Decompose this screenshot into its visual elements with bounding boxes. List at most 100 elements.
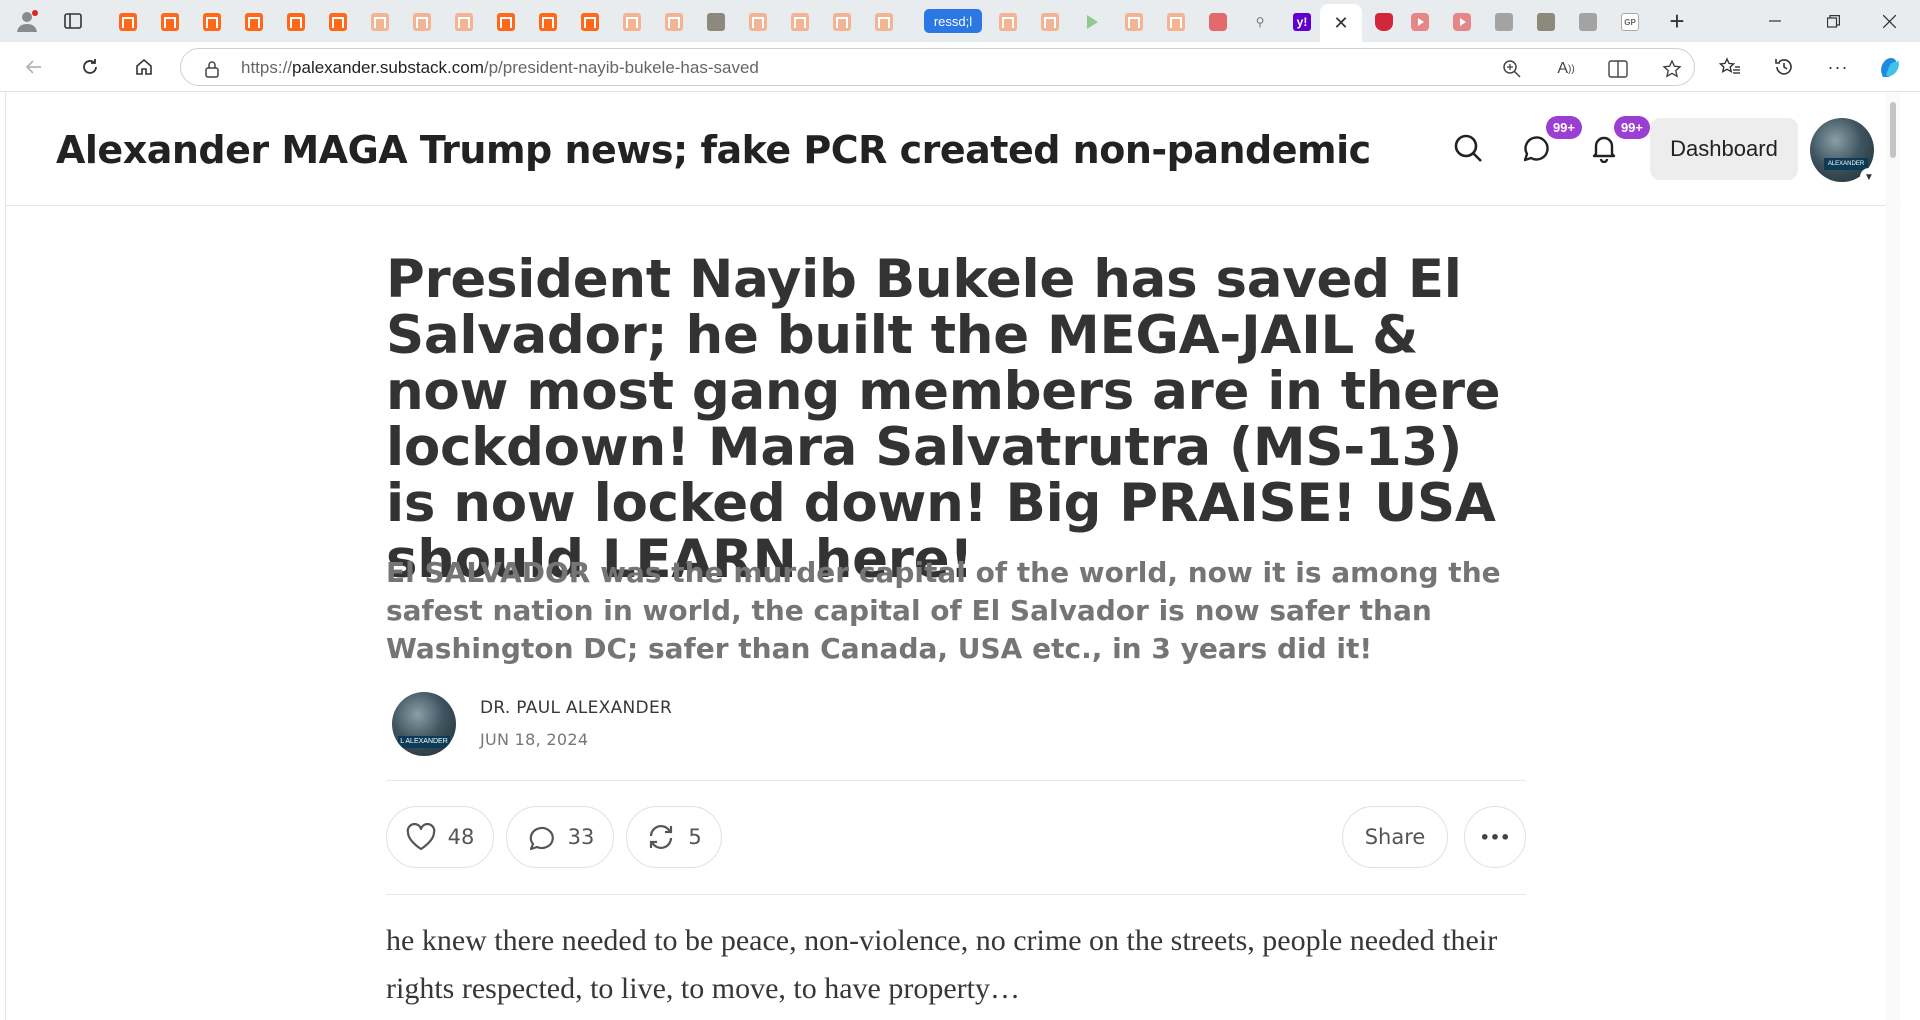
messages-badge: 99+ [1545,116,1582,139]
substack-icon [1125,13,1143,31]
tab-active[interactable]: ✕ [1320,4,1362,42]
search-button[interactable] [1448,128,1488,168]
microphone-icon [1209,13,1227,31]
tab-substack-faded[interactable] [822,6,862,38]
tab-substack-faded[interactable] [1156,6,1196,38]
copilot-button[interactable] [1872,50,1908,84]
tab-yahoo[interactable]: y! [1282,6,1322,38]
lock-icon[interactable] [201,58,223,80]
tab-substack-faded[interactable] [1030,6,1070,38]
scrollbar-thumb[interactable] [1890,102,1896,158]
tab-actions-button[interactable] [56,6,90,36]
minimize-button[interactable] [1752,6,1798,36]
substack-icon [875,13,893,31]
tab-substack[interactable] [234,6,274,38]
avatar-sign: ALEXANDER [1824,158,1868,170]
tab-substack-faded[interactable] [654,6,694,38]
tab-substack-faded[interactable] [402,6,442,38]
tab-image[interactable] [1526,6,1566,38]
home-icon [136,58,152,75]
tab-substack[interactable] [528,6,568,38]
tab-actions-icon [64,13,82,29]
comment-button[interactable]: 33 [506,806,614,868]
play-icon [1083,13,1101,31]
tab-substack-faded[interactable] [612,6,652,38]
tab-substack[interactable] [318,6,358,38]
substack-icon [245,13,263,31]
favorites-icon [1719,57,1740,74]
image-thumbnail-icon [707,13,725,31]
back-button[interactable] [16,50,52,84]
substack-icon [161,13,179,31]
substack-icon [581,13,599,31]
tab-youtube[interactable] [1442,6,1482,38]
new-tab-button[interactable]: + [1660,6,1694,36]
tab-shield[interactable] [1364,6,1404,38]
tab-media[interactable] [1072,6,1112,38]
url-path: /p/president-nayib-bukele-has-saved [483,58,759,77]
zoom-icon[interactable] [1501,58,1523,80]
tab-substack-faded[interactable] [444,6,484,38]
divider [386,780,1526,781]
substack-icon [371,13,389,31]
profile-button[interactable] [10,6,44,36]
tab-substack-faded[interactable] [864,6,904,38]
tab-substack-faded[interactable] [1114,6,1154,38]
author-avatar[interactable]: L ALEXANDER [392,692,456,756]
tab-substack-faded[interactable] [738,6,778,38]
site-title[interactable]: Alexander MAGA Trump news; fake PCR crea… [56,128,1371,172]
substack-icon [413,13,431,31]
dashboard-button[interactable]: Dashboard [1650,118,1798,180]
shield-icon [1375,13,1393,31]
address-bar[interactable]: https://palexander.substack.com/p/presid… [180,48,1695,86]
messages-button[interactable]: 99+ [1516,116,1582,168]
bell-icon [1592,136,1616,163]
settings-more-button[interactable]: ··· [1820,50,1856,84]
substack-icon [623,13,641,31]
tab-substack-faded[interactable] [988,6,1028,38]
tab-podcast[interactable] [1198,6,1238,38]
ellipsis-icon: ··· [1827,56,1849,77]
tab-substack-faded[interactable] [360,6,400,38]
close-window-button[interactable] [1866,6,1912,36]
refresh-button[interactable] [72,50,108,84]
history-button[interactable] [1766,50,1802,84]
home-button[interactable] [126,50,162,84]
substack-icon [1041,13,1059,31]
author-name[interactable]: DR. PAUL ALEXANDER [480,698,672,718]
notifications-button[interactable]: 99+ [1584,116,1650,168]
read-aloud-icon[interactable]: A)) [1555,58,1577,80]
browser-tab-bar: ressd;l ⚲ y! ✕ GP + [0,0,1920,42]
tab-substack[interactable] [276,6,316,38]
share-button[interactable]: Share [1342,806,1448,868]
tab-substack[interactable] [486,6,526,38]
restack-button[interactable]: 5 [626,806,722,868]
site-header: Alexander MAGA Trump news; fake PCR crea… [6,92,1901,206]
star-icon[interactable] [1661,58,1683,80]
scrollbar[interactable] [1886,92,1900,1020]
tab-ressdl[interactable]: ressd;l [924,9,982,33]
tab-pen[interactable] [1568,6,1608,38]
tab-youtube[interactable] [1400,6,1440,38]
tab-substack[interactable] [108,6,148,38]
more-options-button[interactable]: ••• [1464,806,1526,868]
restore-button[interactable] [1810,6,1856,36]
close-tab-icon[interactable]: ✕ [1333,13,1348,34]
chevron-down-icon[interactable]: ▼ [1860,168,1878,186]
generic-site-icon [1495,13,1513,31]
substack-icon [791,13,809,31]
tab-search[interactable]: ⚲ [1240,6,1280,38]
favorites-button[interactable] [1712,50,1748,84]
tab-image[interactable] [696,6,736,38]
like-button[interactable]: 48 [386,806,494,868]
comment-icon [529,826,554,851]
reader-view-icon[interactable] [1607,58,1629,80]
tab-substack[interactable] [150,6,190,38]
tab-substack-faded[interactable] [780,6,820,38]
tab-substack[interactable] [192,6,232,38]
url-text[interactable]: https://palexander.substack.com/p/presid… [241,58,759,78]
tab-substack[interactable] [570,6,610,38]
tab-gp[interactable]: GP [1610,6,1650,38]
tab-slashes[interactable] [1484,6,1524,38]
substack-icon [1167,13,1185,31]
